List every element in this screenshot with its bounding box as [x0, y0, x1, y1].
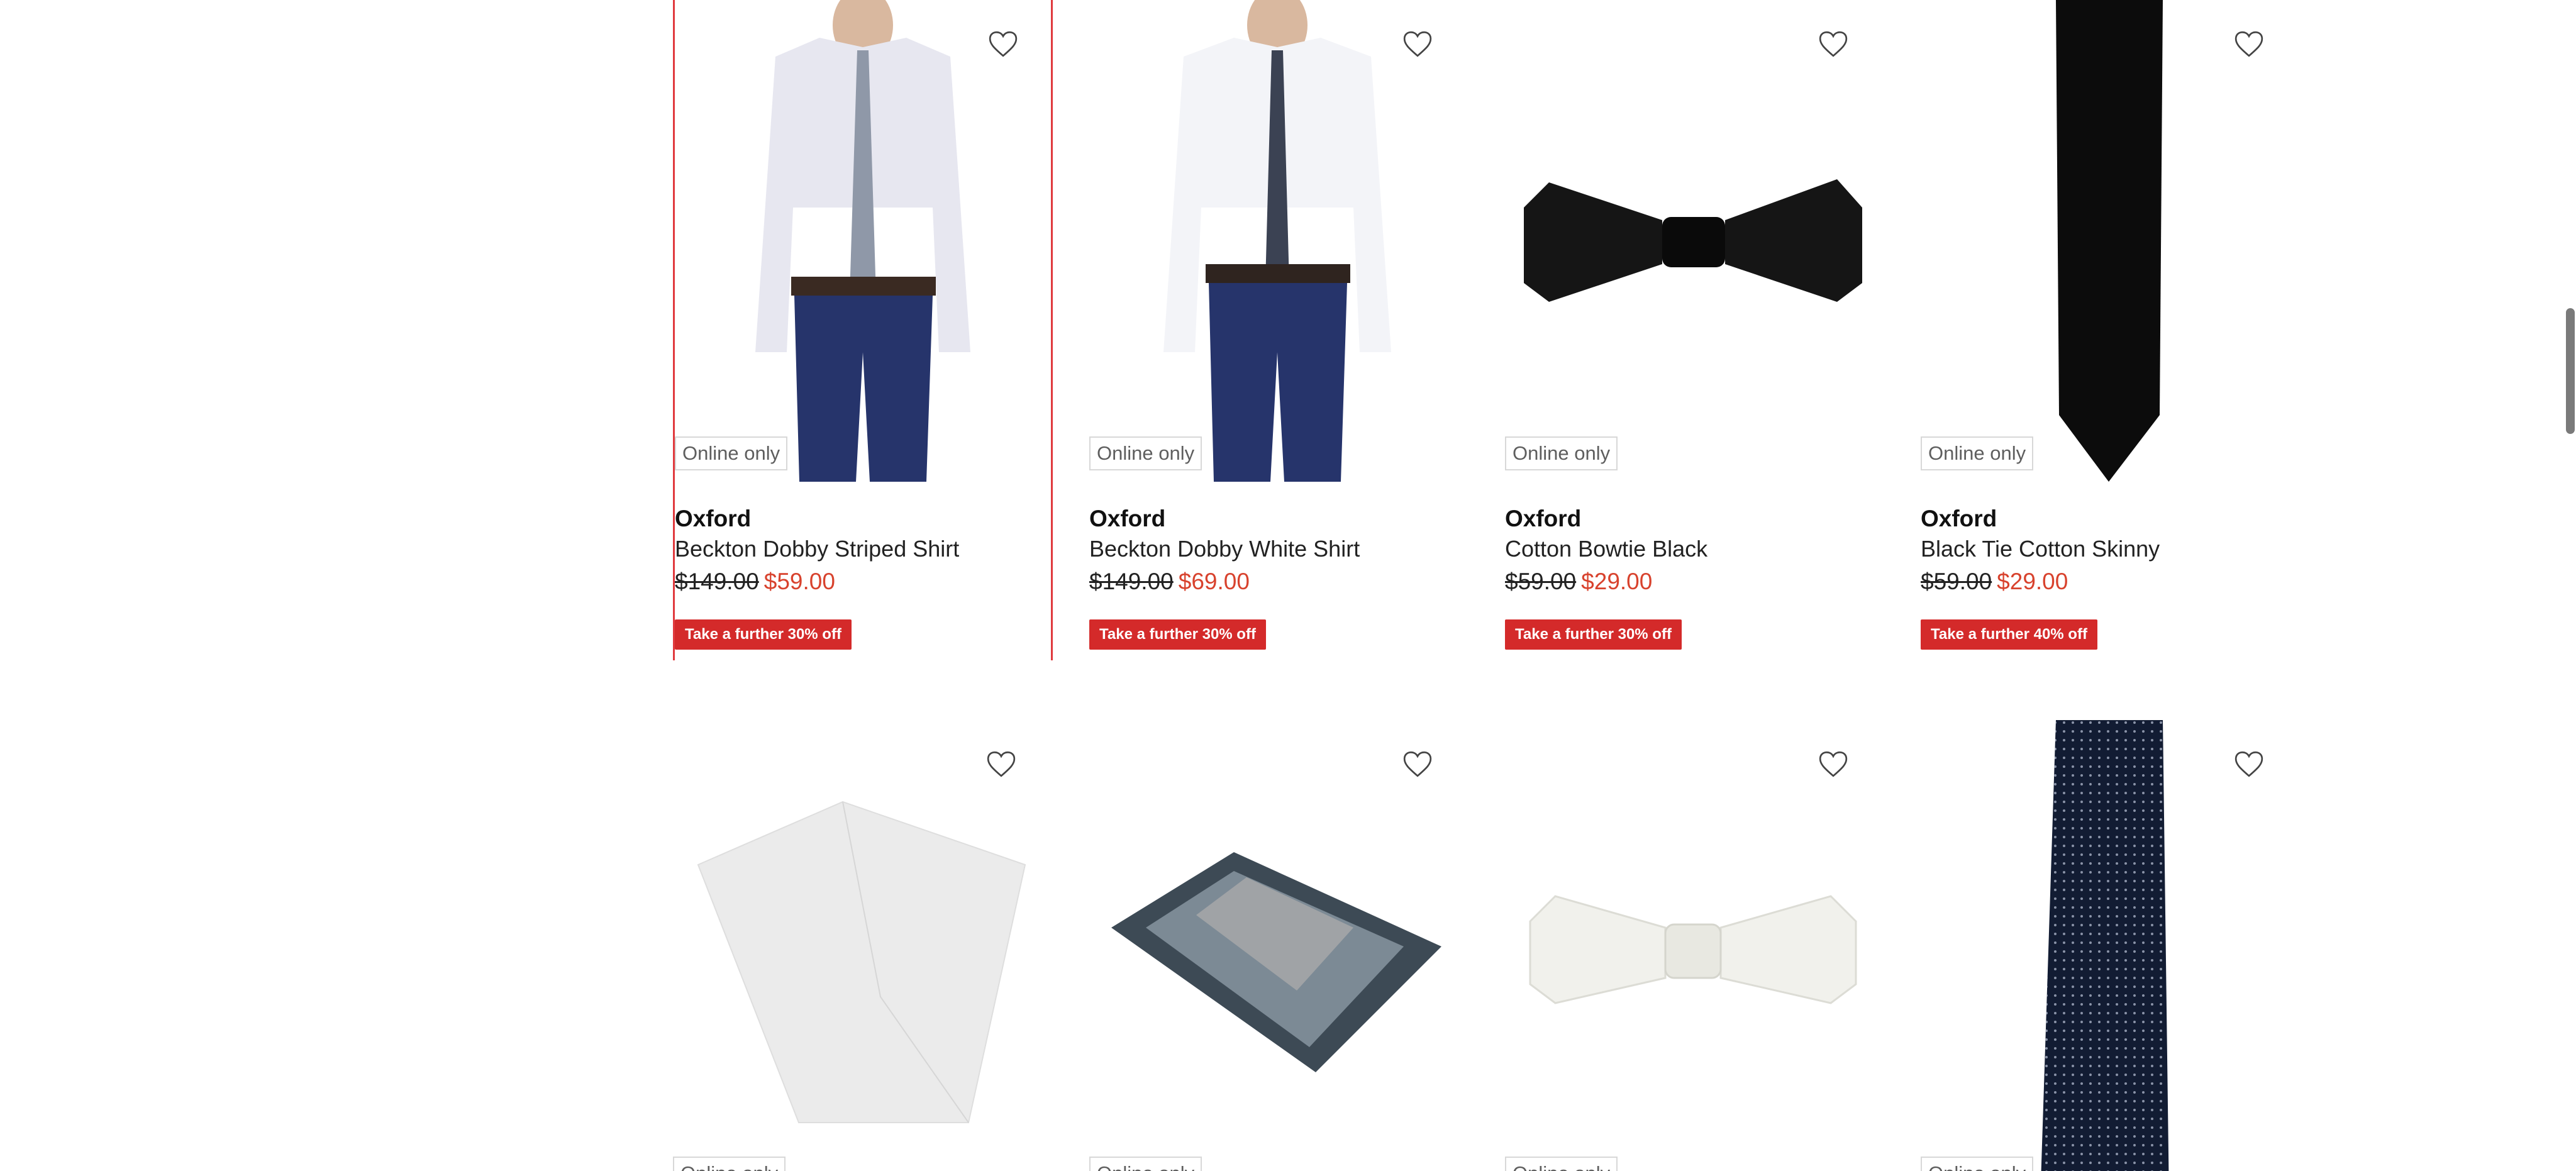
product-card[interactable]: Online only Oxford Black Tie Cotton Skin…: [1921, 0, 2297, 660]
product-card[interactable]: Online only Oxford Cotton Bowtie Black $…: [1505, 0, 1881, 660]
product-image-bowtie-white[interactable]: Online only: [1505, 720, 1881, 1171]
promo-badge: Take a further 30% off: [1505, 619, 1682, 650]
product-image-shirt-striped[interactable]: Online only: [675, 0, 1051, 482]
promo-badge: Take a further 40% off: [1921, 619, 2097, 650]
product-card[interactable]: Online only Oxford Beckton Dobby Striped…: [673, 0, 1053, 660]
wishlist-heart-icon[interactable]: [1394, 23, 1441, 65]
online-only-tag: Online only: [1505, 1157, 1618, 1171]
product-image-pocket-square-check[interactable]: Online only: [1089, 720, 1465, 1171]
wishlist-heart-icon[interactable]: [2225, 743, 2273, 785]
was-price: $59.00: [1921, 569, 1992, 594]
promo-badge: Take a further 30% off: [675, 619, 852, 650]
product-image-shirt-white[interactable]: Online only: [1089, 0, 1465, 482]
product-card[interactable]: Online only: [673, 720, 1049, 1171]
wishlist-heart-icon[interactable]: [1809, 23, 1857, 65]
product-card[interactable]: Online only: [1089, 720, 1465, 1171]
product-prices: $59.00 $29.00: [1505, 569, 1652, 595]
product-brand: Oxford: [675, 506, 752, 531]
scrollbar-thumb[interactable]: [2566, 308, 2575, 434]
wishlist-heart-icon[interactable]: [2225, 23, 2273, 65]
wishlist-heart-icon[interactable]: [1394, 743, 1441, 785]
product-card[interactable]: Online only Oxford Beckton Dobby White S…: [1089, 0, 1465, 660]
online-only-tag: Online only: [1921, 436, 2034, 470]
product-image-bowtie-black[interactable]: Online only: [1505, 0, 1881, 482]
product-name[interactable]: Cotton Bowtie Black: [1505, 536, 1707, 562]
product-prices: $149.00 $69.00: [1089, 569, 1250, 595]
sale-price: $29.00: [1997, 569, 2068, 594]
online-only-tag: Online only: [1089, 1157, 1202, 1171]
product-brand: Oxford: [1089, 506, 1166, 531]
wishlist-heart-icon[interactable]: [1809, 743, 1857, 785]
was-price: $149.00: [1089, 569, 1174, 594]
was-price: $149.00: [675, 569, 759, 594]
was-price: $59.00: [1505, 569, 1577, 594]
product-brand: Oxford: [1921, 506, 1997, 531]
sale-price: $59.00: [763, 569, 835, 594]
online-only-tag: Online only: [673, 1157, 786, 1171]
online-only-tag: Online only: [1505, 436, 1618, 470]
online-only-tag: Online only: [1921, 1157, 2034, 1171]
online-only-tag: Online only: [675, 436, 788, 470]
sale-price: $29.00: [1581, 569, 1653, 594]
wishlist-heart-icon[interactable]: [977, 743, 1025, 785]
product-card[interactable]: Online only: [1921, 720, 2297, 1171]
product-brand: Oxford: [1505, 506, 1582, 531]
product-card[interactable]: Online only: [1505, 720, 1881, 1171]
product-image-pocket-square-white[interactable]: Online only: [673, 720, 1049, 1171]
product-image-tie-navy-dot[interactable]: Online only: [1921, 720, 2297, 1171]
product-image-tie-black[interactable]: Online only: [1921, 0, 2297, 482]
product-prices: $59.00 $29.00: [1921, 569, 2068, 595]
product-name[interactable]: Black Tie Cotton Skinny: [1921, 536, 2160, 562]
online-only-tag: Online only: [1089, 436, 1202, 470]
product-grid: Online only Oxford Beckton Dobby Striped…: [673, 0, 2340, 1171]
sale-price: $69.00: [1178, 569, 1250, 594]
product-prices: $149.00 $59.00: [675, 569, 835, 595]
product-name[interactable]: Beckton Dobby Striped Shirt: [675, 536, 959, 562]
product-name[interactable]: Beckton Dobby White Shirt: [1089, 536, 1360, 562]
promo-badge: Take a further 30% off: [1089, 619, 1266, 650]
wishlist-heart-icon[interactable]: [979, 23, 1027, 65]
